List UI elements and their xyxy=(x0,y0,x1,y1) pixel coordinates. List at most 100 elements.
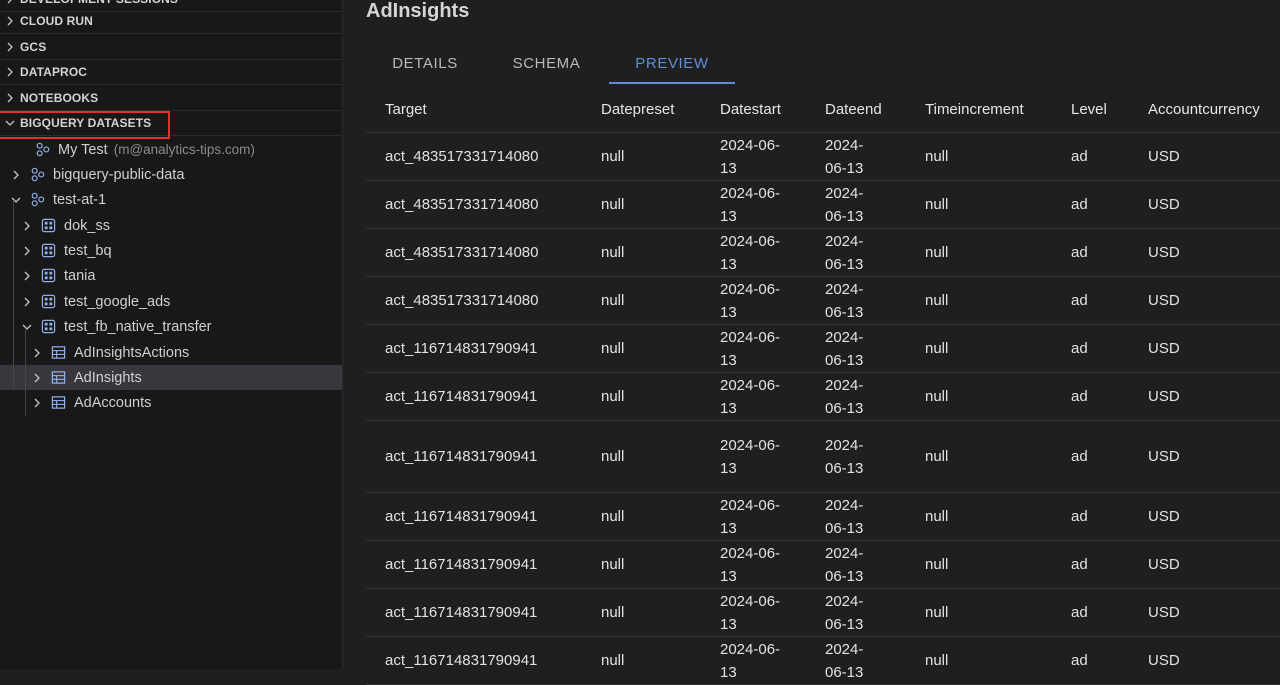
dataset-icon xyxy=(40,218,56,234)
tab-details[interactable]: DETAILS xyxy=(366,44,484,82)
chevron-right-icon xyxy=(0,67,20,77)
tree-item-my-test[interactable]: My Test (m@analytics-tips.com) xyxy=(0,137,342,162)
table-cell: act_483517331714080 xyxy=(385,244,539,261)
tab-preview[interactable]: PREVIEW xyxy=(609,44,735,84)
preview-table: Target Datepreset Datestart Dateend Timeincr… xyxy=(366,86,1280,685)
chevron-right-icon xyxy=(0,42,20,52)
chevron-right-icon[interactable] xyxy=(30,371,44,385)
table-row: act_483517331714080 null 2024-06-13 2024-06… xyxy=(366,133,1280,181)
table-row: act_483517331714080 null 2024-06-13 2024-06… xyxy=(366,229,1280,277)
table-cell: ad xyxy=(1071,292,1088,309)
table-cell: 2024-06-13 xyxy=(720,640,781,681)
table-cell: 2024-06-13 xyxy=(720,436,781,477)
table-cell: USD xyxy=(1148,508,1180,525)
table-cell: null xyxy=(601,388,625,405)
tab-bar: DETAILS SCHEMA PREVIEW xyxy=(366,44,735,84)
table-cell: 2024-06-13 xyxy=(720,280,781,321)
column-header[interactable]: Target xyxy=(366,98,582,121)
table-row: act_116714831790941 null 2024-06-13 2024-06… xyxy=(366,589,1280,637)
table-cell: ad xyxy=(1071,148,1088,165)
table-cell: null xyxy=(601,244,625,261)
column-header[interactable]: Level xyxy=(1052,98,1129,121)
column-header[interactable]: Accountcurrency xyxy=(1129,98,1280,121)
tree-item-bigquery-public-data[interactable]: bigquery-public-data xyxy=(0,162,342,187)
table-cell: act_116714831790941 xyxy=(385,556,538,573)
chevron-down-icon[interactable] xyxy=(20,320,34,334)
table-row: act_116714831790941 null 2024-06-13 2024-06… xyxy=(366,325,1280,373)
column-header[interactable]: Timeincrement xyxy=(906,98,1052,121)
table-cell: null xyxy=(925,196,949,213)
table-cell: 2024-06-13 xyxy=(825,592,864,633)
project-icon xyxy=(29,167,45,183)
table-cell: act_116714831790941 xyxy=(385,340,538,357)
tree-item-dok-ss[interactable]: dok_ss xyxy=(0,213,342,238)
sidebar-section-cloud-run[interactable]: CLOUD RUN xyxy=(0,9,342,34)
table-cell: ad xyxy=(1071,244,1088,261)
tree-item-test-at-1[interactable]: test-at-1 xyxy=(0,187,342,212)
sidebar-section-notebooks[interactable]: NOTEBOOKS xyxy=(0,86,342,111)
page-title: AdInsights xyxy=(366,0,470,22)
chevron-right-icon[interactable] xyxy=(9,168,23,182)
tree-item-adinsightsactions[interactable]: AdInsightsActions xyxy=(0,340,342,365)
chevron-right-icon[interactable] xyxy=(20,269,34,283)
tree-indent-guide xyxy=(25,328,26,416)
table-cell: null xyxy=(925,148,949,165)
table-cell: ad xyxy=(1071,508,1088,525)
column-header[interactable]: Datepreset xyxy=(582,98,701,121)
chevron-right-icon[interactable] xyxy=(20,219,34,233)
tree-item-account: (m@analytics-tips.com) xyxy=(113,142,255,157)
table-icon xyxy=(50,345,66,361)
chevron-right-icon[interactable] xyxy=(20,295,34,309)
table-cell: USD xyxy=(1148,292,1180,309)
table-row: act_116714831790941 null 2024-06-13 2024-06… xyxy=(366,637,1280,685)
table-cell: 2024-06-13 xyxy=(720,376,781,417)
table-cell: ad xyxy=(1071,340,1088,357)
tree-item-label: dok_ss xyxy=(64,217,110,234)
chevron-right-icon xyxy=(0,0,20,4)
tree-item-label: AdInsightsActions xyxy=(74,344,190,361)
section-label: DATAPROC xyxy=(20,65,88,79)
tree-item-test-fb-native-transfer[interactable]: test_fb_native_transfer xyxy=(0,314,342,339)
chevron-right-icon[interactable] xyxy=(20,244,34,258)
chevron-down-icon[interactable] xyxy=(9,193,23,207)
table-cell: 2024-06-13 xyxy=(720,232,781,273)
table-cell: null xyxy=(925,508,949,525)
table-cell: USD xyxy=(1148,604,1180,621)
chevron-right-icon[interactable] xyxy=(30,396,44,410)
column-header[interactable]: Dateend xyxy=(806,98,906,121)
tree-item-tania[interactable]: tania xyxy=(0,263,342,288)
table-cell: act_116714831790941 xyxy=(385,604,538,621)
sidebar-section-gcs[interactable]: GCS xyxy=(0,35,342,60)
table-row: act_116714831790941 null 2024-06-13 2024-06… xyxy=(366,421,1280,493)
tree-item-adaccounts[interactable]: AdAccounts xyxy=(0,390,342,415)
table-cell: 2024-06-13 xyxy=(720,136,781,177)
tree-item-test-bq[interactable]: test_bq xyxy=(0,238,342,263)
highlight-annotation xyxy=(0,111,170,139)
chevron-right-icon[interactable] xyxy=(30,346,44,360)
table-cell: null xyxy=(925,292,949,309)
column-header[interactable]: Datestart xyxy=(701,98,806,121)
table-cell: 2024-06-13 xyxy=(825,376,864,417)
table-cell: USD xyxy=(1148,148,1180,165)
table-cell: 2024-06-13 xyxy=(720,592,781,633)
table-row: act_116714831790941 null 2024-06-13 2024-06… xyxy=(366,541,1280,589)
table-icon xyxy=(50,395,66,411)
table-cell: ad xyxy=(1071,448,1088,465)
table-cell: act_483517331714080 xyxy=(385,148,539,165)
tree-item-test-google-ads[interactable]: test_google_ads xyxy=(0,289,342,314)
tree-item-label: AdAccounts xyxy=(74,394,152,411)
table-cell: USD xyxy=(1148,448,1180,465)
explorer-sidebar: DEVELOPMENT SESSIONS CLOUD RUN GCS DATAPROC… xyxy=(0,0,343,669)
table-cell: null xyxy=(601,604,625,621)
dataset-icon xyxy=(40,319,56,335)
tree-item-label: My Test xyxy=(58,141,108,158)
dataset-icon xyxy=(40,243,56,259)
table-row: act_116714831790941 null 2024-06-13 2024-06… xyxy=(366,373,1280,421)
sidebar-section-dataproc[interactable]: DATAPROC xyxy=(0,60,342,85)
table-cell: 2024-06-13 xyxy=(720,328,781,369)
project-icon xyxy=(29,192,45,208)
dataset-icon xyxy=(40,268,56,284)
table-cell: null xyxy=(601,556,625,573)
tab-schema[interactable]: SCHEMA xyxy=(484,44,609,82)
tree-item-adinsights[interactable]: AdInsights xyxy=(0,365,342,390)
